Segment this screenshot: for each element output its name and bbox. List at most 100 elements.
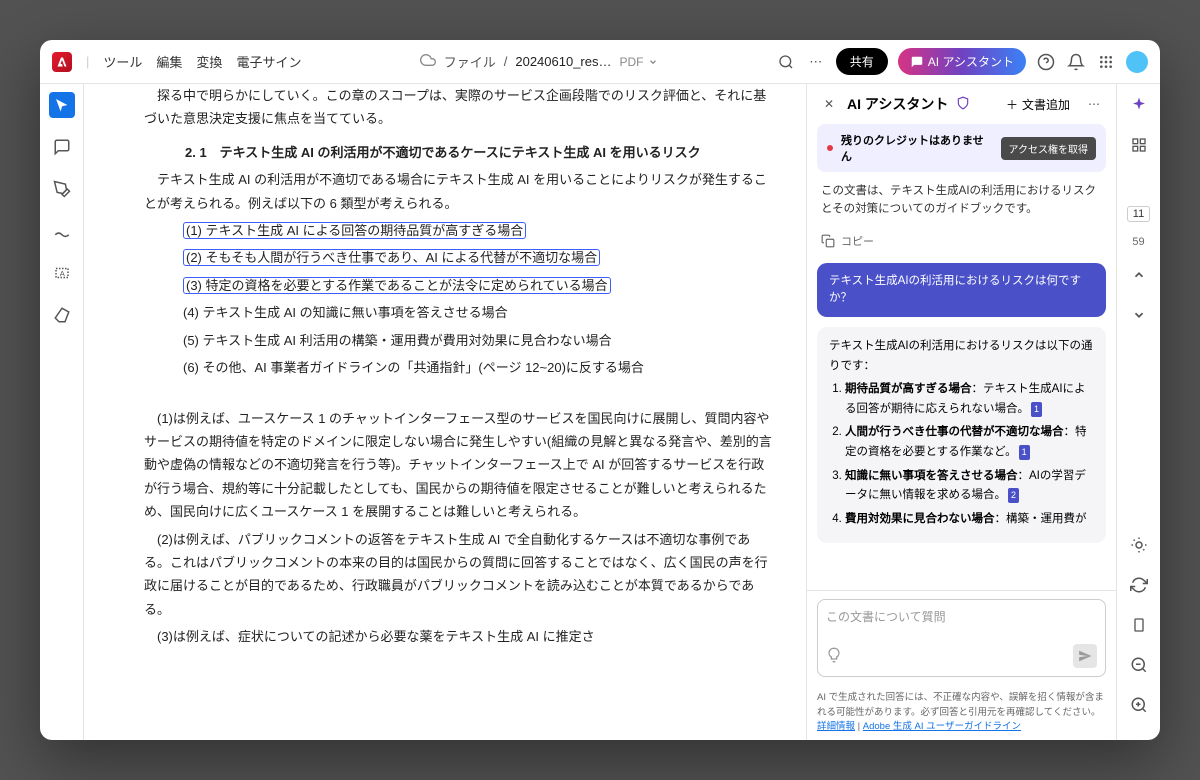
app-window: | ツール 編集 変換 電子サイン ファイル / 20240610_res… P… [40,40,1160,740]
menu-esign[interactable]: 電子サイン [236,52,301,71]
sparkle-icon [1130,96,1148,114]
chevron-down-icon [1132,308,1146,322]
list-item-5: (5) テキスト生成 AI 利活用の構築・運用費が費用対効果に見合わない場合 [170,329,776,352]
app-logo-icon [52,52,72,72]
menu-edit[interactable]: 編集 [156,52,182,71]
apps-grid-icon [1098,54,1114,70]
bell-icon [1067,53,1085,71]
file-label: ファイル [444,52,496,71]
list-item-3: (3) 特定の資格を必要とする作業であることが法令に定められている場合 [170,274,776,297]
apps-button[interactable] [1096,52,1116,72]
zoom-out-button[interactable] [1126,652,1152,678]
brightness-icon [1130,536,1148,554]
ai-input-box[interactable]: この文書について質問 [817,599,1106,677]
list-item-1: (1) テキスト生成 AI による回答の期待品質が高すぎる場合 [170,219,776,242]
erase-icon [53,306,71,324]
erase-tool[interactable] [49,302,75,328]
text-tool[interactable]: A [49,260,75,286]
cloud-icon [420,52,436,71]
reference-badge[interactable]: 1 [1031,402,1042,417]
send-button[interactable] [1073,644,1097,668]
help-button[interactable] [1036,52,1056,72]
disclaimer-link-details[interactable]: 詳細情報 [817,721,855,732]
menu-convert[interactable]: 変換 [196,52,222,71]
pen-icon [53,180,71,198]
reference-badge[interactable]: 1 [1019,445,1030,460]
suggestions-button[interactable] [826,647,842,666]
chat-icon [910,55,924,69]
get-access-button[interactable]: アクセス権を取得 [1001,137,1097,160]
chevron-down-icon [648,57,658,67]
close-panel-button[interactable]: ✕ [819,94,839,114]
current-page[interactable]: 11 [1127,206,1150,222]
doc-para1: テキスト生成 AI の利活用が不適切である場合にテキスト生成 AI を用いること… [144,168,776,215]
section-title: 2. 1 テキスト生成 AI の利活用が不適切であるケースにテキスト生成 AI … [172,141,776,164]
zoom-in-icon [1130,696,1148,714]
select-tool[interactable] [49,92,75,118]
send-icon [1078,649,1092,663]
rotate-tool[interactable] [1126,572,1152,598]
user-message: テキスト生成AIの利活用におけるリスクは何ですか？ [817,263,1106,318]
main-body: A 探る中で明らかにしていく。この章のスコープは、実際のサービス企画段階でのリス… [40,84,1160,740]
ai-panel-header: ✕ AI アシスタント ＋ 文書追加 ⋯ [807,84,1116,124]
menu-tools[interactable]: ツール [103,52,142,71]
doc-para2: (1)は例えば、ユースケース 1 のチャットインターフェース型のサービスを国民向… [144,407,776,524]
shield-icon [956,96,970,113]
response-item: 人間が行うべき仕事の代替が不適切な場合：特定の資格を必要とする作業など。1 [845,423,1094,462]
notification-button[interactable] [1066,52,1086,72]
text-box-icon: A [53,264,71,282]
ai-sparkle-tool[interactable] [1126,92,1152,118]
chevron-up-icon [1132,268,1146,282]
copy-button[interactable]: コピー [817,229,1106,253]
list-item-6: (6) その他、AI 事業者ガイドラインの「共通指針」(ページ 12~20)に反… [170,356,776,379]
total-pages: 59 [1132,236,1144,248]
menu-bar: ツール 編集 変換 電子サイン [103,52,301,71]
more-button[interactable]: ⋯ [806,52,826,72]
list-item-2: (2) そもそも人間が行うべき仕事であり、AI による代替が不適切な場合 [170,246,776,269]
panel-more-button[interactable]: ⋯ [1084,94,1104,114]
comment-icon [53,138,71,156]
list-item-4: (4) テキスト生成 AI の知識に無い事項を答えさせる場合 [170,301,776,324]
ai-input-placeholder: この文書について質問 [826,608,1097,638]
ai-panel-title: AI アシスタント [847,94,948,114]
breadcrumb: ファイル / 20240610_res… PDF [315,52,761,71]
document-view[interactable]: 探る中で明らかにしていく。この章のスコープは、実際のサービス企画段階でのリスク評… [84,84,806,740]
svg-text:A: A [59,269,64,278]
response-item: 期待品質が高すぎる場合：テキスト生成AIによる回答が期待に応えられない場合。1 [845,380,1094,419]
search-button[interactable] [776,52,796,72]
ai-disclaimer: AI で生成された回答には、不正確な内容や、誤解を招く情報が含まれる可能性があり… [807,685,1116,740]
ai-assistant-button[interactable]: AI アシスタント [898,48,1026,75]
panels-tool[interactable] [1126,132,1152,158]
disclaimer-link-guidelines[interactable]: Adobe 生成 AI ユーザーガイドライン [863,721,1021,732]
page-view-tool[interactable] [1126,612,1152,638]
rotate-icon [1130,576,1148,594]
topbar: | ツール 編集 変換 電子サイン ファイル / 20240610_res… P… [40,40,1160,84]
response-item: 知識に無い事項を答えさせる場合：AIの学習データに無い情報を求める場合。2 [845,467,1094,506]
topbar-right: ⋯ 共有 AI アシスタント [776,48,1148,75]
reference-badge[interactable]: 2 [1008,488,1019,503]
file-type-chip[interactable]: PDF [620,55,658,69]
credit-message: 残りのクレジットはありません [841,132,993,164]
plus-icon: ＋ [1006,96,1018,113]
user-avatar[interactable] [1126,51,1148,73]
highlight-tool[interactable] [49,176,75,202]
doc-intro: 探る中で明らかにしていく。この章のスコープは、実際のサービス企画段階でのリスク評… [144,84,776,131]
share-button[interactable]: 共有 [836,48,888,75]
brightness-tool[interactable] [1126,532,1152,558]
doc-para4: (3)は例えば、症状についての記述から必要な薬をテキスト生成 AI に推定さ [144,625,776,648]
separator: | [86,54,89,69]
draw-tool[interactable] [49,218,75,244]
add-document-button[interactable]: ＋ 文書追加 [1006,96,1070,113]
comment-tool[interactable] [49,134,75,160]
help-icon [1037,53,1055,71]
page-icon [1131,617,1147,633]
page-up-button[interactable] [1126,262,1152,288]
panels-icon [1131,137,1147,153]
search-icon [778,54,794,70]
file-name[interactable]: 20240610_res… [515,54,611,69]
ai-response: テキスト生成AIの利活用におけるリスクは以下の通りです： 期待品質が高すぎる場合… [817,327,1106,543]
lightbulb-icon [826,647,842,663]
response-item: 費用対効果に見合わない場合：構築・運用費が [845,510,1094,530]
zoom-in-button[interactable] [1126,692,1152,718]
page-down-button[interactable] [1126,302,1152,328]
